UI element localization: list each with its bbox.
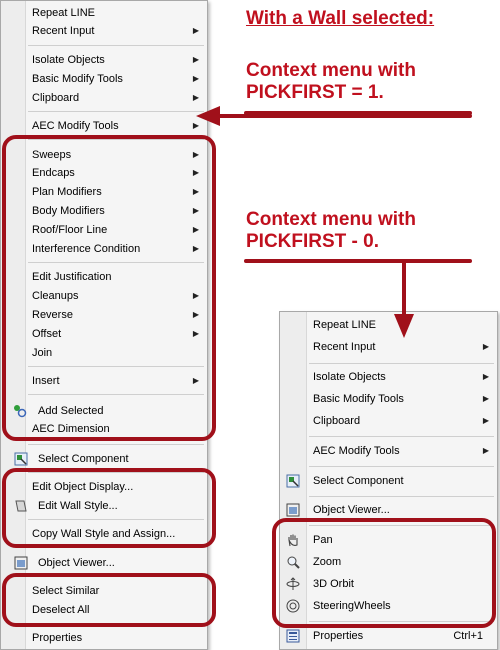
- pickfirst-0-arrowhead-icon: [394, 314, 414, 338]
- annotation-arrows: [196, 106, 472, 338]
- pickfirst-1-arrowhead-icon: [196, 106, 220, 126]
